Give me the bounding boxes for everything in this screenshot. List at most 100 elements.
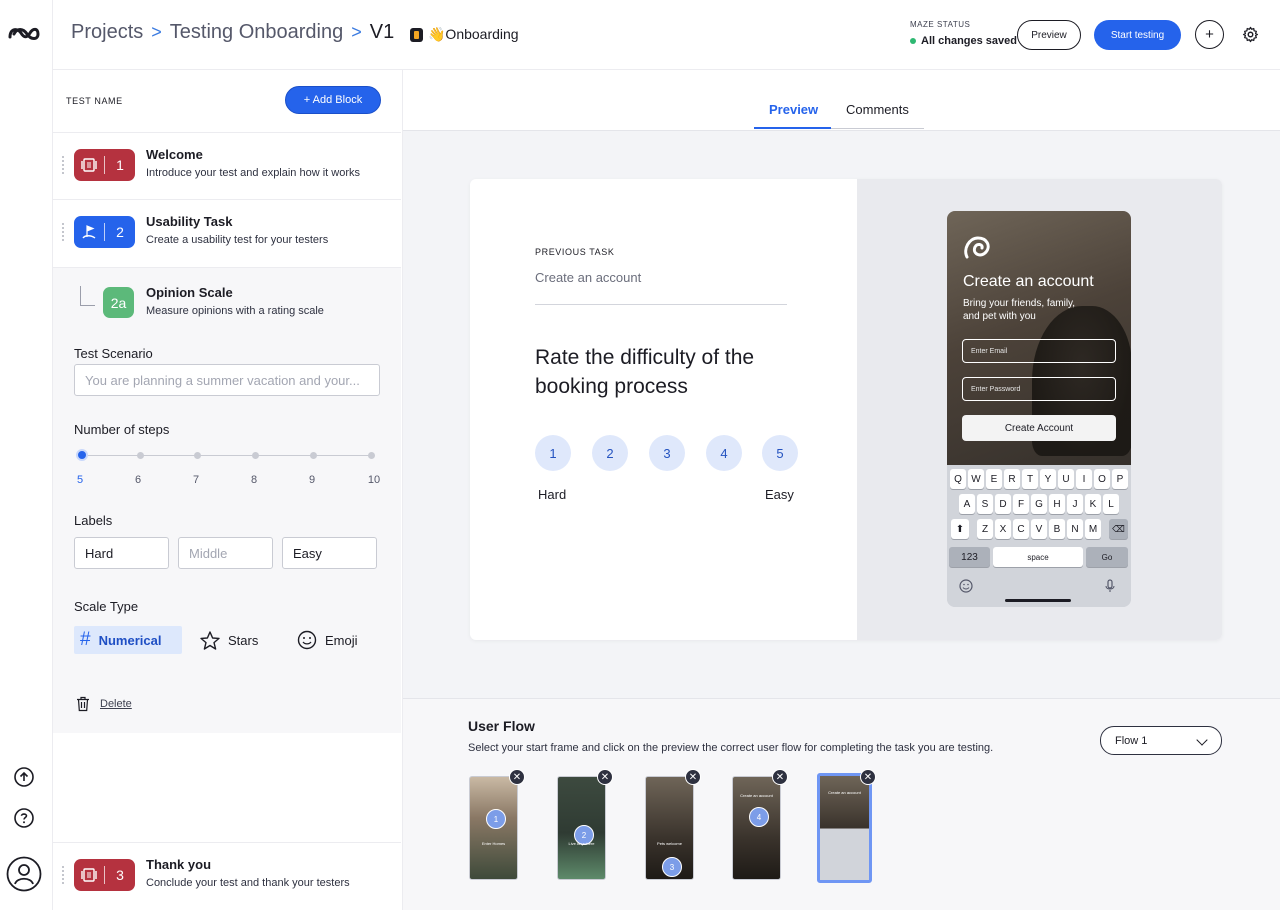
flow-frame-selected[interactable]: Create an account xyxy=(817,773,872,883)
scale-type-emoji[interactable]: Emoji xyxy=(291,626,368,654)
remove-frame-button[interactable]: ✕ xyxy=(772,769,788,785)
block-title: Usability Task xyxy=(146,214,233,229)
breadcrumb-project[interactable]: Testing Onboarding xyxy=(170,21,343,44)
flow-frame[interactable]: 2 Live Anywhere xyxy=(557,776,606,880)
key-q[interactable]: Q xyxy=(950,469,966,489)
key-a[interactable]: A xyxy=(959,494,975,514)
user-flow-title: User Flow xyxy=(468,718,535,734)
key-c[interactable]: C xyxy=(1013,519,1029,539)
flow-frame[interactable]: 1 Enter Homes xyxy=(469,776,518,880)
key-k[interactable]: K xyxy=(1085,494,1101,514)
rating-option[interactable]: 1 xyxy=(535,435,571,471)
maze-status: MAZE STATUS All changes saved xyxy=(910,20,1017,47)
block-welcome[interactable]: 1 Welcome Introduce your test and explai… xyxy=(53,132,401,194)
key-u[interactable]: U xyxy=(1058,469,1074,489)
prototype-link[interactable]: 👋Onboarding xyxy=(410,26,519,43)
phone-password-input[interactable]: Enter Password xyxy=(962,377,1116,401)
key-j[interactable]: J xyxy=(1067,494,1083,514)
microphone-icon[interactable] xyxy=(1105,579,1115,593)
frame-caption: Create an account xyxy=(828,790,861,795)
remove-frame-button[interactable]: ✕ xyxy=(509,769,525,785)
shift-icon[interactable]: ⬆ xyxy=(951,519,969,539)
question-text: Rate the difficulty of the booking proce… xyxy=(535,346,755,398)
remove-frame-button[interactable]: ✕ xyxy=(685,769,701,785)
key-l[interactable]: L xyxy=(1103,494,1119,514)
label-high-input[interactable]: Easy xyxy=(282,537,377,569)
add-block-button[interactable]: + Add Block xyxy=(285,86,381,114)
label-low-input[interactable]: Hard xyxy=(74,537,169,569)
key-f[interactable]: F xyxy=(1013,494,1029,514)
flow-frame[interactable]: Pets welcome 3 xyxy=(645,776,694,880)
key-e[interactable]: E xyxy=(986,469,1002,489)
prototype-preview-area: Create an account Bring your friends, fa… xyxy=(857,179,1222,640)
maze-logo-icon[interactable] xyxy=(7,22,41,44)
remove-frame-button[interactable]: ✕ xyxy=(860,769,876,785)
backspace-icon[interactable]: ⌫ xyxy=(1109,519,1128,539)
flow-select-value: Flow 1 xyxy=(1115,734,1148,747)
tab-preview[interactable]: Preview xyxy=(769,102,818,117)
tab-comments[interactable]: Comments xyxy=(846,102,909,117)
phone-mockup: Create an account Bring your friends, fa… xyxy=(947,211,1131,607)
steps-slider-track[interactable] xyxy=(81,455,373,456)
test-name-label[interactable]: TEST NAME xyxy=(66,96,123,106)
key-g[interactable]: G xyxy=(1031,494,1047,514)
scenario-input[interactable]: You are planning a summer vacation and y… xyxy=(74,364,380,396)
rating-option[interactable]: 5 xyxy=(762,435,798,471)
key-h[interactable]: H xyxy=(1049,494,1065,514)
tab-divider xyxy=(831,128,924,129)
steps-slider-thumb[interactable] xyxy=(76,449,88,461)
rating-option[interactable]: 4 xyxy=(706,435,742,471)
label-middle-input[interactable]: Middle xyxy=(178,537,273,569)
key-123[interactable]: 123 xyxy=(949,547,990,567)
key-o[interactable]: O xyxy=(1094,469,1110,489)
breadcrumb-projects[interactable]: Projects xyxy=(71,21,143,44)
scale-type-numerical[interactable]: # Numerical xyxy=(74,626,182,654)
add-button[interactable]: + xyxy=(1195,20,1224,49)
key-go[interactable]: Go xyxy=(1086,547,1128,567)
block-thank-you[interactable]: 3 Thank you Conclude your test and thank… xyxy=(53,842,401,910)
key-v[interactable]: V xyxy=(1031,519,1047,539)
key-y[interactable]: Y xyxy=(1040,469,1056,489)
preview-button[interactable]: Preview xyxy=(1017,20,1081,50)
frame-caption: Enter Homes xyxy=(481,841,506,846)
key-i[interactable]: I xyxy=(1076,469,1092,489)
rating-option[interactable]: 2 xyxy=(592,435,628,471)
drag-handle[interactable] xyxy=(61,865,65,885)
user-icon[interactable] xyxy=(6,856,42,892)
trash-icon xyxy=(77,696,89,712)
key-space[interactable]: space xyxy=(993,547,1083,567)
start-testing-button[interactable]: Start testing xyxy=(1094,20,1181,50)
gear-icon[interactable] xyxy=(1242,26,1259,43)
key-d[interactable]: D xyxy=(995,494,1011,514)
drag-handle[interactable] xyxy=(61,155,65,175)
phone-email-input[interactable]: Enter Email xyxy=(962,339,1116,363)
phone-create-account-button[interactable]: Create Account xyxy=(962,415,1116,441)
key-m[interactable]: M xyxy=(1085,519,1101,539)
drag-handle[interactable] xyxy=(61,222,65,242)
key-b[interactable]: B xyxy=(1049,519,1065,539)
key-x[interactable]: X xyxy=(995,519,1011,539)
flow-frame[interactable]: Create an account 4 xyxy=(732,776,781,880)
flow-select[interactable]: Flow 1 xyxy=(1100,726,1222,755)
key-t[interactable]: T xyxy=(1022,469,1038,489)
help-icon[interactable] xyxy=(13,807,35,829)
key-s[interactable]: S xyxy=(977,494,993,514)
key-w[interactable]: W xyxy=(968,469,984,489)
key-z[interactable]: Z xyxy=(977,519,993,539)
key-p[interactable]: P xyxy=(1112,469,1128,489)
slider-stop[interactable] xyxy=(368,452,375,459)
block-usability-task[interactable]: 2 Usability Task Create a usability test… xyxy=(53,199,401,267)
remove-frame-button[interactable]: ✕ xyxy=(597,769,613,785)
key-r[interactable]: R xyxy=(1004,469,1020,489)
emoji-icon[interactable] xyxy=(959,579,973,593)
slider-stop[interactable] xyxy=(137,452,144,459)
slider-stop[interactable] xyxy=(252,452,259,459)
upload-icon[interactable] xyxy=(13,766,35,788)
slider-stop[interactable] xyxy=(310,452,317,459)
rating-option[interactable]: 3 xyxy=(649,435,685,471)
key-n[interactable]: N xyxy=(1067,519,1083,539)
slider-stop[interactable] xyxy=(194,452,201,459)
delete-button[interactable]: Delete xyxy=(76,696,132,712)
step-value: 8 xyxy=(250,474,258,486)
scale-type-stars[interactable]: Stars xyxy=(194,626,268,654)
